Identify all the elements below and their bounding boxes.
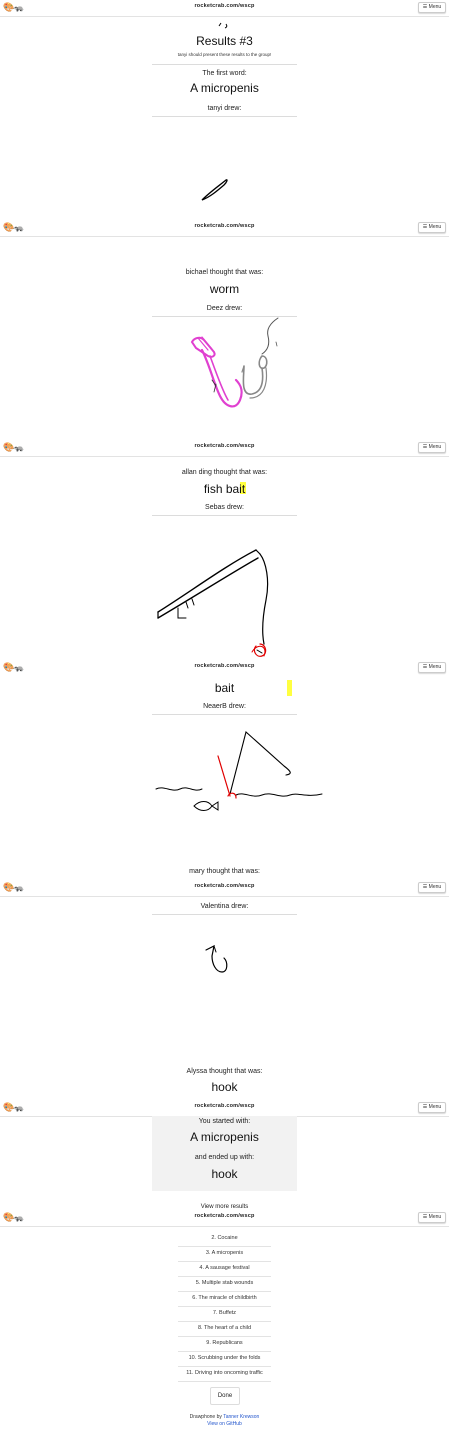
scribble-mark (218, 22, 228, 29)
drawings-layer (155, 22, 323, 973)
drawing-step-1 (201, 179, 228, 201)
drawing-step-3 (157, 549, 269, 657)
drawing-step-5 (205, 944, 228, 973)
drawing-step-2 (190, 317, 279, 408)
drawing-step-4 (155, 730, 323, 811)
